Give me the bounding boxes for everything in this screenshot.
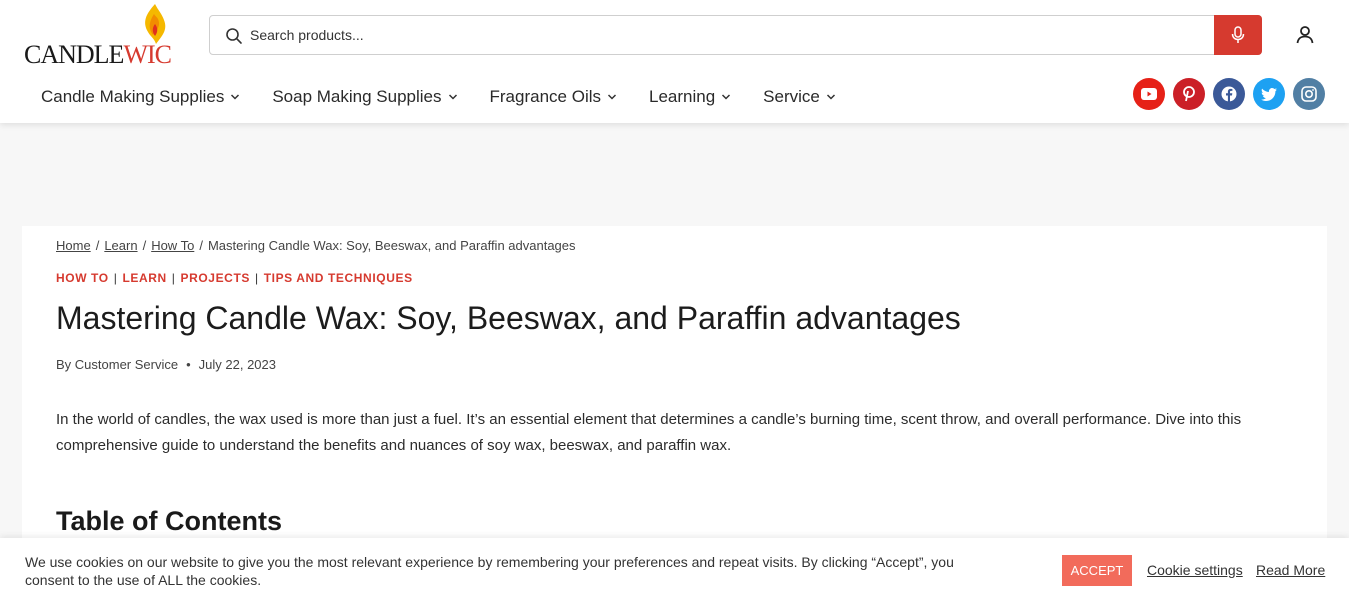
search-input[interactable] bbox=[250, 16, 1200, 54]
social-links bbox=[1133, 78, 1325, 110]
article-categories: HOW TO | LEARN | PROJECTS | TIPS AND TECHNIQUE… bbox=[56, 271, 413, 285]
breadcrumb-home-link[interactable]: Home bbox=[56, 238, 91, 253]
twitter-icon bbox=[1261, 87, 1277, 101]
category-separator: | bbox=[113, 271, 118, 285]
chevron-down-icon bbox=[448, 94, 457, 100]
category-link-how-to[interactable]: HOW TO bbox=[56, 271, 109, 285]
article-content: Home / Learn / How To / Mastering Candle Wax: … bbox=[22, 226, 1327, 556]
instagram-link[interactable] bbox=[1293, 78, 1325, 110]
nav-item-learning[interactable]: Learning bbox=[649, 87, 731, 107]
category-link-projects[interactable]: PROJECTS bbox=[181, 271, 250, 285]
meta-separator-dot: • bbox=[186, 357, 191, 372]
category-separator: | bbox=[171, 271, 176, 285]
breadcrumb-how-to-link[interactable]: How To bbox=[151, 238, 194, 253]
accept-cookies-button[interactable]: ACCEPT bbox=[1062, 555, 1132, 586]
logo-text-red: WIC bbox=[123, 40, 172, 69]
chevron-down-icon bbox=[826, 94, 835, 100]
nav-item-label: Fragrance Oils bbox=[489, 87, 601, 106]
pinterest-link[interactable] bbox=[1173, 78, 1205, 110]
youtube-link[interactable] bbox=[1133, 78, 1165, 110]
microphone-icon bbox=[1231, 26, 1245, 43]
read-more-link[interactable]: Read More bbox=[1256, 562, 1325, 578]
nav-item-label: Learning bbox=[649, 87, 716, 106]
article-date: July 22, 2023 bbox=[198, 357, 276, 372]
twitter-link[interactable] bbox=[1253, 78, 1285, 110]
nav-item-fragrance-oils[interactable]: Fragrance Oils bbox=[490, 87, 617, 107]
search-icon bbox=[226, 28, 242, 44]
main-navigation: Candle Making Supplies Soap Making Suppl… bbox=[41, 87, 868, 107]
article-title: Mastering Candle Wax: Soy, Beeswax, and … bbox=[56, 300, 961, 336]
category-link-learn[interactable]: LEARN bbox=[122, 271, 166, 285]
facebook-icon bbox=[1221, 86, 1237, 102]
article-author[interactable]: By Customer Service bbox=[56, 357, 178, 372]
site-header: CANDLEWIC Candle Making Supplies Soap Ma… bbox=[0, 0, 1349, 123]
chevron-down-icon bbox=[231, 94, 240, 100]
article-meta: By Customer Service • July 22, 2023 bbox=[56, 357, 276, 372]
nav-item-service[interactable]: Service bbox=[763, 87, 836, 107]
breadcrumb-separator: / bbox=[142, 238, 147, 253]
nav-item-label: Soap Making Supplies bbox=[272, 87, 442, 106]
logo-wordmark: CANDLEWIC bbox=[24, 40, 172, 69]
instagram-icon bbox=[1301, 86, 1317, 102]
youtube-icon bbox=[1141, 88, 1157, 100]
breadcrumb: Home / Learn / How To / Mastering Candle Wax: … bbox=[56, 238, 576, 253]
table-of-contents-heading: Table of Contents bbox=[56, 506, 282, 536]
voice-search-button[interactable] bbox=[1214, 15, 1262, 55]
chevron-down-icon bbox=[607, 94, 617, 100]
account-icon[interactable] bbox=[1293, 23, 1317, 47]
cookie-banner: We use cookies on our website to give yo… bbox=[0, 538, 1349, 596]
article-intro: In the world of candles, the wax used is… bbox=[56, 411, 1242, 454]
nav-item-candle-making-supplies[interactable]: Candle Making Supplies bbox=[41, 87, 240, 107]
category-link-tips-and-techniques[interactable]: TIPS AND TECHNIQUES bbox=[264, 271, 413, 285]
breadcrumb-current: Mastering Candle Wax: Soy, Beeswax, and … bbox=[207, 238, 576, 253]
chevron-down-icon bbox=[722, 94, 731, 100]
logo-text-dark: CANDLE bbox=[24, 40, 124, 69]
facebook-link[interactable] bbox=[1213, 78, 1245, 110]
search-bar bbox=[209, 15, 1262, 55]
breadcrumb-learn-link[interactable]: Learn bbox=[104, 238, 137, 253]
cookie-settings-link[interactable]: Cookie settings bbox=[1147, 562, 1243, 578]
nav-item-label: Candle Making Supplies bbox=[41, 87, 225, 106]
breadcrumb-separator: / bbox=[199, 238, 203, 253]
nav-item-soap-making-supplies[interactable]: Soap Making Supplies bbox=[272, 87, 457, 107]
nav-item-label: Service bbox=[763, 87, 820, 106]
flame-icon bbox=[145, 4, 166, 44]
category-separator: | bbox=[254, 271, 259, 285]
site-logo[interactable]: CANDLEWIC bbox=[24, 4, 176, 68]
pinterest-icon bbox=[1183, 86, 1195, 102]
breadcrumb-separator: / bbox=[95, 238, 100, 253]
cookie-message: We use cookies on our website to give yo… bbox=[25, 554, 954, 588]
